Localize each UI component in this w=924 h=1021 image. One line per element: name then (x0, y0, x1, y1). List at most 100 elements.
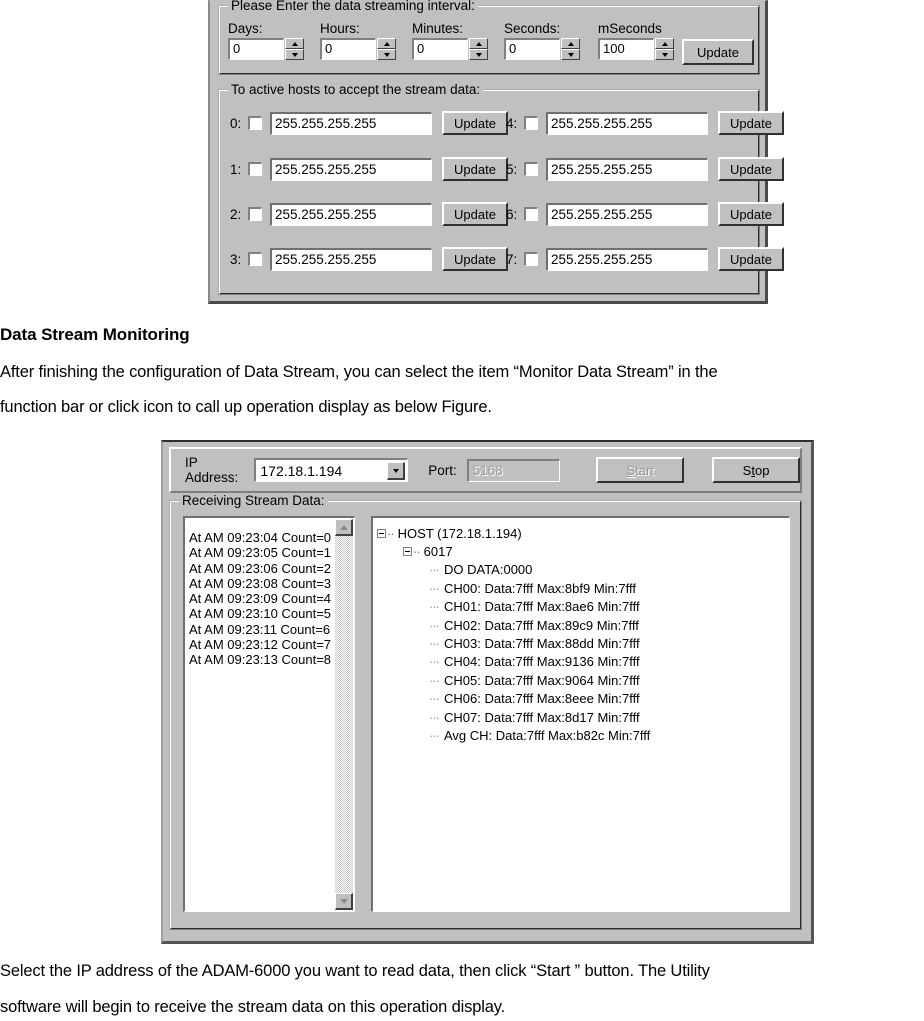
list-item[interactable]: At AM 09:23:12 Count=7 (189, 637, 354, 652)
triangle-up-icon (475, 41, 482, 46)
host-ip-input[interactable]: 255.255.255.255 (546, 247, 708, 271)
collapse-minus-icon[interactable] (403, 547, 412, 557)
streaming-interval-group: Please Enter the data streaming interval… (218, 0, 760, 75)
list-item[interactable]: At AM 09:23:05 Count=1 (189, 545, 354, 560)
monitor-toolbar: IP Address: 172.18.1.194 Port: 5168 Star… (169, 447, 802, 493)
mseconds-stepper[interactable]: 100 (598, 38, 674, 60)
mseconds-increment-button[interactable] (655, 38, 674, 49)
host-enable-checkbox[interactable] (248, 252, 262, 266)
list-item[interactable]: At AM 09:23:09 Count=4 (189, 591, 354, 606)
host-update-button[interactable]: Update (718, 202, 784, 226)
host-update-button[interactable]: Update (442, 111, 508, 135)
host-ip-input[interactable]: 255.255.255.255 (546, 202, 708, 226)
seconds-increment-button[interactable] (561, 38, 580, 49)
section-heading: Data Stream Monitoring (0, 325, 190, 344)
host-update-button[interactable]: Update (718, 111, 784, 135)
stream-log-listbox[interactable]: At AM 09:23:04 Count=0 At AM 09:23:05 Co… (183, 516, 355, 912)
receiving-stream-data-group: Receiving Stream Data: At AM 09:23:04 Co… (169, 493, 802, 930)
days-decrement-button[interactable] (285, 49, 304, 60)
tree-connector: ·· (413, 544, 421, 560)
minutes-increment-button[interactable] (469, 38, 488, 49)
list-item[interactable]: At AM 09:23:08 Count=3 (189, 576, 354, 591)
host-update-button[interactable]: Update (718, 157, 784, 181)
hours-increment-button[interactable] (377, 38, 396, 49)
host-enable-checkbox[interactable] (524, 162, 538, 176)
tree-leaf[interactable]: ··· CH02: Data:7fff Max:89c9 Min:7fff (377, 616, 789, 634)
tree-node-host[interactable]: ·· HOST (172.18.1.194) (377, 524, 789, 542)
chevron-down-icon[interactable] (387, 462, 406, 480)
host-enable-checkbox[interactable] (248, 207, 262, 221)
host-index-label: 7: (506, 251, 518, 267)
seconds-input[interactable]: 0 (504, 38, 560, 60)
seconds-spinner-group: Seconds: 0 (504, 21, 580, 60)
tree-leaf-label: CH07: Data:7fff Max:8d17 Min:7fff (444, 709, 640, 725)
tree-node-label: 6017 (423, 544, 453, 560)
host-update-button[interactable]: Update (718, 247, 784, 271)
scroll-down-button[interactable] (335, 893, 353, 910)
collapse-minus-icon[interactable] (377, 528, 386, 538)
tree-leaf[interactable]: ··· DO DATA:0000 (377, 561, 789, 579)
host-ip-input[interactable]: 255.255.255.255 (546, 111, 708, 135)
hours-decrement-button[interactable] (377, 49, 396, 60)
listbox-vertical-scrollbar[interactable] (335, 519, 353, 910)
host-enable-checkbox[interactable] (524, 252, 538, 266)
triangle-up-icon (339, 524, 348, 530)
host-enable-checkbox[interactable] (248, 116, 262, 130)
tree-leaf[interactable]: ··· CH05: Data:7fff Max:9064 Min:7fff (377, 671, 789, 689)
days-label: Days: (228, 21, 263, 36)
host-update-button[interactable]: Update (442, 202, 508, 226)
minutes-input[interactable]: 0 (412, 38, 468, 60)
mseconds-input[interactable]: 100 (598, 38, 654, 60)
host-ip-input[interactable]: 255.255.255.255 (270, 157, 432, 181)
host-ip-input[interactable]: 255.255.255.255 (270, 202, 432, 226)
caption-line-2: software will begin to receive the strea… (0, 998, 506, 1016)
hours-stepper[interactable]: 0 (320, 38, 396, 60)
list-item[interactable]: At AM 09:23:06 Count=2 (189, 561, 354, 576)
tree-connector: ··· (429, 636, 440, 652)
stop-button[interactable]: St op (712, 457, 800, 483)
list-item[interactable]: At AM 09:23:10 Count=5 (189, 606, 354, 621)
seconds-decrement-button[interactable] (561, 49, 580, 60)
seconds-label: Seconds: (504, 21, 561, 36)
tree-leaf[interactable]: ··· CH00: Data:7fff Max:8bf9 Min:7fff (377, 579, 789, 597)
host-ip-input[interactable]: 255.255.255.255 (546, 157, 708, 181)
tree-leaf[interactable]: ··· CH03: Data:7fff Max:88dd Min:7fff (377, 634, 789, 652)
host-enable-checkbox[interactable] (524, 116, 538, 130)
interval-update-button[interactable]: Update (682, 39, 754, 65)
tree-connector: ··· (429, 580, 440, 596)
ip-address-label: IP Address: (185, 455, 239, 485)
days-stepper[interactable]: 0 (228, 38, 304, 60)
host-data-treeview[interactable]: ·· HOST (172.18.1.194) ·· 6017 ··· DO DA… (371, 516, 790, 912)
days-input[interactable]: 0 (228, 38, 284, 60)
list-item[interactable]: At AM 09:23:11 Count=6 (189, 622, 354, 637)
minutes-stepper[interactable]: 0 (412, 38, 488, 60)
tree-leaf[interactable]: ··· CH06: Data:7fff Max:8eee Min:7fff (377, 690, 789, 708)
triangle-down-icon (392, 468, 399, 473)
host-enable-checkbox[interactable] (248, 162, 262, 176)
host-row: 0: 255.255.255.255 Update (230, 111, 508, 135)
mseconds-decrement-button[interactable] (655, 49, 674, 60)
hours-input[interactable]: 0 (320, 38, 376, 60)
port-input: 5168 (466, 458, 561, 482)
tree-node-module[interactable]: ·· 6017 (377, 542, 789, 560)
scroll-up-button[interactable] (335, 519, 353, 536)
list-item[interactable]: At AM 09:23:04 Count=0 (189, 530, 354, 545)
host-ip-input[interactable]: 255.255.255.255 (270, 111, 432, 135)
host-update-button[interactable]: Update (442, 247, 508, 271)
ip-address-value: 172.18.1.194 (260, 462, 343, 479)
tree-leaf[interactable]: ··· CH01: Data:7fff Max:8ae6 Min:7fff (377, 598, 789, 616)
tree-leaf[interactable]: ··· CH07: Data:7fff Max:8d17 Min:7fff (377, 708, 789, 726)
host-update-button[interactable]: Update (442, 157, 508, 181)
host-ip-input[interactable]: 255.255.255.255 (270, 247, 432, 271)
tree-leaf[interactable]: ··· CH04: Data:7fff Max:9136 Min:7fff (377, 653, 789, 671)
seconds-stepper[interactable]: 0 (504, 38, 580, 60)
host-enable-checkbox[interactable] (524, 207, 538, 221)
ip-address-dropdown[interactable]: 172.18.1.194 (254, 458, 409, 482)
tree-leaf[interactable]: ··· Avg CH: Data:7fff Max:b82c Min:7fff (377, 726, 789, 744)
days-increment-button[interactable] (285, 38, 304, 49)
list-item[interactable]: At AM 09:23:13 Count=8 (189, 652, 354, 667)
tree-leaf-label: CH05: Data:7fff Max:9064 Min:7fff (444, 672, 640, 688)
host-row: 5: 255.255.255.255 Update (506, 157, 784, 181)
document-page: Please Enter the data streaming interval… (0, 0, 924, 1021)
minutes-decrement-button[interactable] (469, 49, 488, 60)
